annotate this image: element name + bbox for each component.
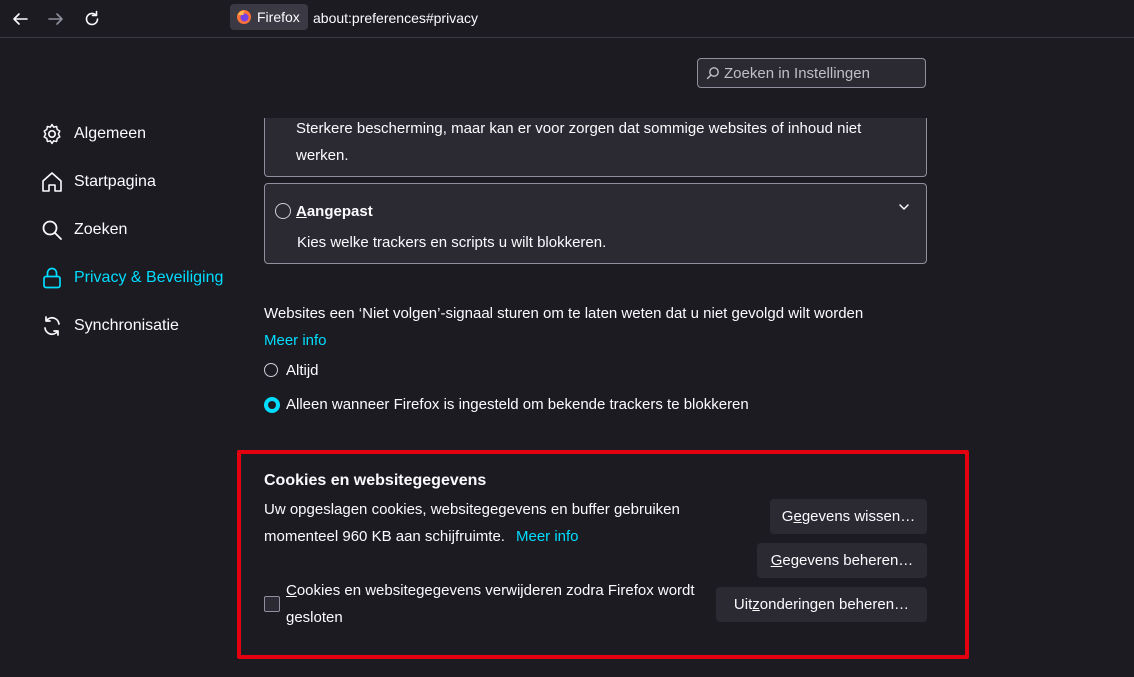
- firefox-logo-icon: [237, 10, 251, 24]
- sidebar-item-search[interactable]: Zoeken: [40, 215, 127, 245]
- forward-button[interactable]: [44, 7, 68, 31]
- settings-search-input[interactable]: Zoeken in Instellingen: [697, 58, 926, 88]
- browser-toolbar: Firefox about:preferences#privacy: [0, 0, 1134, 38]
- sidebar-item-privacy[interactable]: Privacy & Beveiliging: [40, 263, 223, 293]
- sidebar-item-sync[interactable]: Synchronisatie: [40, 311, 179, 341]
- strict-description-line2: werken.: [296, 147, 349, 164]
- sidebar-item-label: Startpagina: [74, 173, 156, 190]
- forward-arrow-icon: [48, 13, 63, 25]
- search-icon: [706, 67, 719, 80]
- sidebar-item-general[interactable]: Algemeen: [40, 119, 146, 149]
- sync-icon: [40, 314, 64, 338]
- search-icon: [40, 218, 64, 242]
- tracking-strict-panel: Sterkere bescherming, maar kan er voor z…: [264, 118, 927, 177]
- sidebar-item-home[interactable]: Startpagina: [40, 167, 156, 197]
- lock-icon: [40, 266, 64, 290]
- reload-icon: [85, 10, 99, 26]
- dnt-always-radio[interactable]: [264, 363, 278, 377]
- strict-description-line1: Sterkere bescherming, maar kan er voor z…: [296, 120, 862, 137]
- reload-button[interactable]: [80, 7, 104, 31]
- sidebar-item-label: Privacy & Beveiliging: [74, 269, 224, 286]
- gear-icon: [40, 122, 64, 146]
- dnt-description: Websites een ‘Niet volgen’-signaal sture…: [264, 305, 864, 322]
- custom-title: Aangepast: [296, 203, 373, 220]
- custom-title-rest: angepast: [306, 203, 373, 220]
- custom-radio[interactable]: [275, 203, 291, 219]
- url-text[interactable]: about:preferences#privacy: [313, 10, 478, 26]
- dnt-more-info-link[interactable]: Meer info: [264, 332, 327, 349]
- custom-title-accesskey: A: [296, 203, 307, 220]
- back-button[interactable]: [8, 7, 32, 31]
- sidebar-item-label: Synchronisatie: [74, 317, 179, 334]
- identity-label: Firefox: [257, 9, 300, 25]
- sidebar-item-label: Zoeken: [74, 221, 128, 238]
- search-placeholder: Zoeken in Instellingen: [724, 64, 870, 82]
- dnt-only-label[interactable]: Alleen wanneer Firefox is ingesteld om b…: [286, 396, 749, 413]
- tracking-custom-panel[interactable]: Aangepast Kies welke trackers en scripts…: [264, 183, 927, 264]
- back-arrow-icon: [13, 13, 28, 25]
- dnt-always-label[interactable]: Altijd: [286, 362, 319, 379]
- url-bar[interactable]: Firefox about:preferences#privacy: [226, 1, 1134, 35]
- highlight-annotation-box: [237, 450, 969, 659]
- chevron-down-icon[interactable]: [897, 200, 911, 218]
- dnt-only-radio[interactable]: [264, 397, 280, 413]
- custom-description: Kies welke trackers en scripts u wilt bl…: [297, 234, 607, 251]
- identity-box[interactable]: Firefox: [230, 4, 308, 30]
- home-icon: [40, 170, 64, 194]
- sidebar-item-label: Algemeen: [74, 125, 147, 142]
